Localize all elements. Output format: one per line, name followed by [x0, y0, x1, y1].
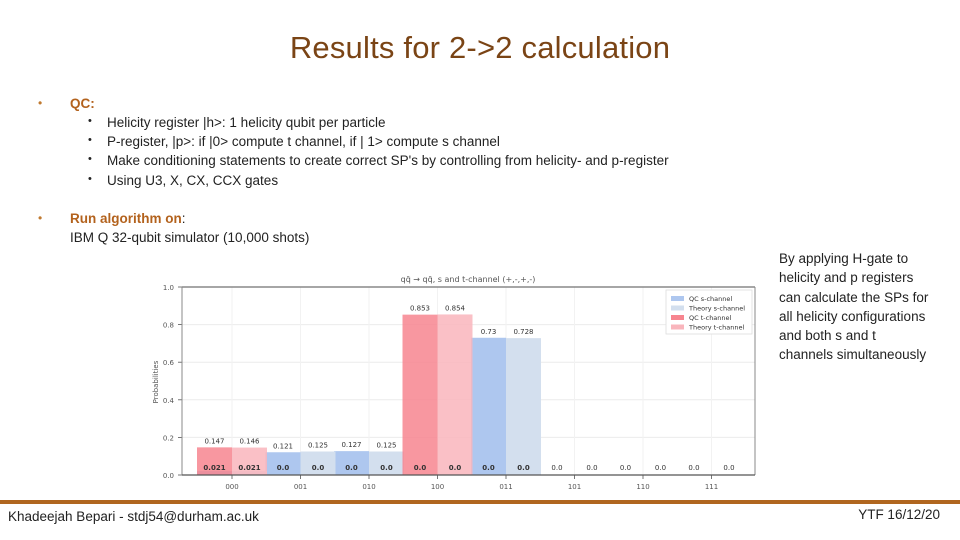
- data-label: 0.021: [238, 464, 260, 472]
- x-tick-label: 100: [431, 483, 444, 491]
- y-tick-label: 0.4: [163, 397, 175, 405]
- x-tick-label: 101: [568, 483, 581, 491]
- x-tick-label: 000: [225, 483, 238, 491]
- data-label: 0.125: [308, 442, 328, 450]
- legend-swatch: [671, 324, 684, 330]
- x-tick-label: 010: [362, 483, 375, 491]
- data-label: 0.0: [312, 464, 325, 472]
- data-label: 0.0: [380, 464, 393, 472]
- data-label: 0.0: [688, 464, 699, 472]
- data-label: 0.854: [445, 304, 466, 312]
- data-label: 0.146: [239, 438, 260, 446]
- footer-event-date: YTF 16/12/20: [858, 507, 940, 522]
- data-label: 0.121: [273, 442, 293, 450]
- data-label: 0.125: [376, 442, 396, 450]
- y-tick-label: 0.6: [163, 359, 175, 367]
- data-label: 0.0: [551, 464, 562, 472]
- legend-label: Theory s-channel: [688, 305, 745, 313]
- y-tick-label: 0.0: [163, 472, 174, 480]
- footer-author: Khadeejah Bepari - stdj54@durham.ac.uk: [8, 509, 259, 524]
- data-label: 0.853: [410, 305, 430, 313]
- data-label: 0.021: [203, 464, 225, 472]
- chart-title: qq̄ → qq̄, s and t-channel (+,-,+,-): [401, 275, 536, 284]
- data-label: 0.73: [481, 328, 497, 336]
- legend-label: Theory t-channel: [688, 324, 744, 332]
- x-tick-label: 110: [636, 483, 649, 491]
- bar-theory-t-channel: [437, 314, 473, 475]
- data-label: 0.0: [723, 464, 734, 472]
- legend-label: QC t-channel: [689, 314, 732, 322]
- data-label: 0.0: [414, 464, 427, 472]
- data-label: 0.728: [513, 328, 533, 336]
- data-label: 0.127: [341, 441, 361, 449]
- legend-label: QC s-channel: [689, 295, 732, 303]
- data-label: 0.0: [620, 464, 631, 472]
- data-label: 0.0: [449, 464, 462, 472]
- bar-qc-t-channel: [402, 314, 438, 475]
- side-note: By applying H-gate to helicity and p reg…: [779, 251, 929, 363]
- legend-swatch: [671, 305, 684, 311]
- bar-theory-s-channel: [506, 338, 541, 475]
- x-tick-label: 001: [294, 483, 307, 491]
- chart-legend: QC s-channel Theory s-channelQC t-channel…: [665, 289, 753, 335]
- x-tick-label: 011: [499, 483, 512, 491]
- legend-swatch: [671, 315, 684, 320]
- footer-rule: [0, 500, 960, 504]
- x-tick-label: 111: [705, 483, 718, 491]
- data-label: 0.0: [345, 464, 358, 472]
- y-axis-label: Probabilities: [152, 360, 160, 403]
- data-label: 0.0: [655, 464, 666, 472]
- y-tick-label: 0.2: [163, 434, 174, 442]
- data-label: 0.0: [482, 464, 495, 472]
- bar-qc-s-channel: [471, 337, 506, 475]
- data-label: 0.0: [517, 464, 530, 472]
- y-tick-label: 0.8: [163, 322, 174, 330]
- y-tick-label: 1.0: [163, 284, 174, 292]
- legend-swatch: [671, 296, 684, 301]
- data-label: 0.0: [277, 464, 290, 472]
- data-label: 0.147: [204, 437, 224, 445]
- data-label: 0.0: [586, 464, 597, 472]
